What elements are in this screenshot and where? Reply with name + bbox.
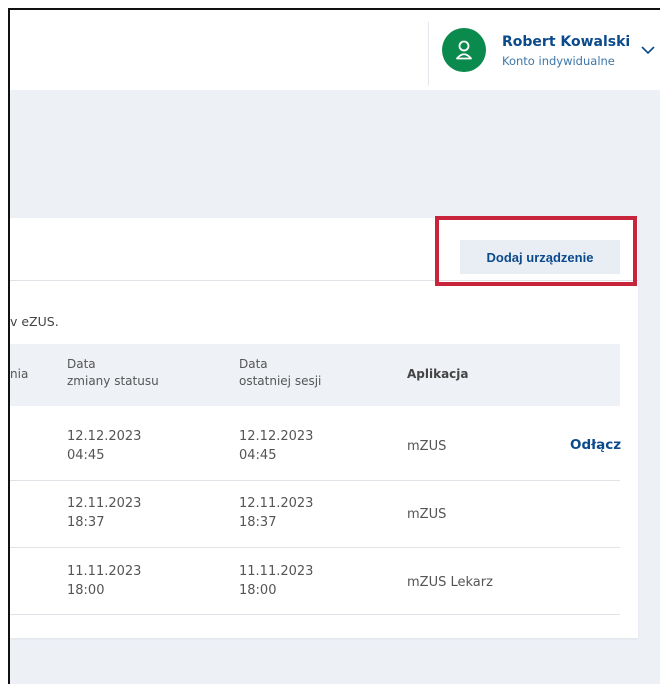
top-bar: Robert Kowalski Konto indywidualne xyxy=(10,10,660,90)
row1-status-date: 12.12.2023 xyxy=(67,429,142,444)
row3-application: mZUS Lekarz xyxy=(407,575,493,590)
intro-text: v eZUS. xyxy=(10,314,59,329)
column-header-session-date-line1: Data xyxy=(239,357,268,371)
row3-status-time: 18:00 xyxy=(67,583,105,598)
row2-status-date: 12.11.2023 xyxy=(67,496,142,511)
row-divider xyxy=(10,480,620,481)
row1-session-date: 12.12.2023 xyxy=(239,429,314,444)
highlight-box xyxy=(435,216,637,286)
column-header-application: Aplikacja xyxy=(407,367,469,381)
row2-application: mZUS xyxy=(407,507,447,522)
row2-session-date: 12.11.2023 xyxy=(239,496,314,511)
row-divider xyxy=(10,614,620,615)
row3-status-date: 11.11.2023 xyxy=(67,564,142,579)
account-type: Konto indywidualne xyxy=(502,54,615,68)
row3-session-time: 18:00 xyxy=(239,583,277,598)
row1-disconnect-link[interactable]: Odłącz xyxy=(570,437,621,453)
app-frame: Robert Kowalski Konto indywidualne Dodaj… xyxy=(8,8,660,684)
row-divider xyxy=(10,547,620,548)
column-header-truncated: nia xyxy=(10,367,29,381)
table-header: nia Data zmiany statusu Data ostatniej s… xyxy=(10,344,620,406)
row3-session-date: 11.11.2023 xyxy=(239,564,314,579)
chevron-down-icon[interactable] xyxy=(641,46,655,55)
row1-application: mZUS xyxy=(407,439,447,454)
user-separator xyxy=(428,22,429,86)
row2-status-time: 18:37 xyxy=(67,515,105,530)
row1-status-time: 04:45 xyxy=(67,448,105,463)
row2-session-time: 18:37 xyxy=(239,515,277,530)
column-header-status-date-line1: Data xyxy=(67,357,96,371)
row1-session-time: 04:45 xyxy=(239,448,277,463)
avatar[interactable] xyxy=(442,28,486,72)
user-name[interactable]: Robert Kowalski xyxy=(502,34,630,50)
column-header-status-date-line2: zmiany statusu xyxy=(67,374,159,388)
user-icon xyxy=(456,40,472,60)
column-header-session-date-line2: ostatniej sesji xyxy=(239,374,322,388)
